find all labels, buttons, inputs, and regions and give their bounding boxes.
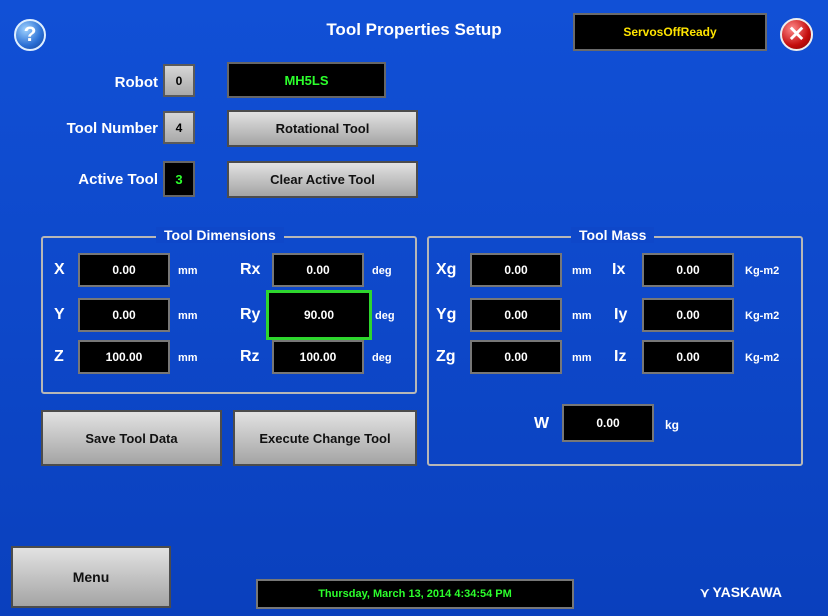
ix-value-field[interactable]: 0.00 — [642, 253, 734, 287]
iz-label: Iz — [614, 348, 627, 365]
ry-label: Ry — [240, 306, 261, 323]
ry-value-field[interactable]: 90.00 — [266, 290, 372, 340]
save-tool-data-button[interactable]: Save Tool Data — [41, 410, 222, 466]
y-label: Y — [54, 306, 65, 323]
x-unit: mm — [178, 265, 198, 277]
weight-value-field[interactable]: 0.00 — [562, 404, 654, 442]
rx-value-field[interactable]: 0.00 — [272, 253, 364, 287]
ry-unit: deg — [375, 310, 395, 322]
yaskawa-logo-icon: ⋎ — [700, 585, 710, 600]
iz-unit: Kg-m2 — [745, 352, 780, 364]
rz-label: Rz — [240, 348, 260, 365]
iz-value-field[interactable]: 0.00 — [642, 340, 734, 374]
ix-unit: Kg-m2 — [745, 265, 780, 277]
tool-dimensions-title: Tool Dimensions — [156, 227, 284, 243]
robot-label: Robot — [114, 74, 158, 91]
iy-label: Iy — [614, 306, 628, 323]
rz-value-field[interactable]: 100.00 — [272, 340, 364, 374]
close-icon[interactable]: ✕ — [780, 18, 813, 51]
rx-label: Rx — [240, 261, 261, 278]
rotational-tool-button[interactable]: Rotational Tool — [227, 110, 418, 147]
tool-number-field[interactable]: 4 — [163, 111, 195, 144]
zg-value-field[interactable]: 0.00 — [470, 340, 562, 374]
tool-number-label: Tool Number — [66, 120, 158, 137]
menu-button[interactable]: Menu — [11, 546, 171, 608]
robot-model-display: MH5LS — [227, 62, 386, 98]
servo-status-display: ServosOffReady — [573, 13, 767, 51]
iy-value-field[interactable]: 0.00 — [642, 298, 734, 332]
ix-label: Ix — [612, 261, 626, 278]
yg-label: Yg — [436, 306, 457, 323]
z-label: Z — [54, 348, 64, 365]
weight-unit: kg — [665, 418, 680, 432]
xg-label: Xg — [436, 261, 457, 278]
xg-unit: mm — [572, 265, 592, 277]
tool-mass-title: Tool Mass — [571, 227, 655, 243]
weight-label: W — [534, 415, 550, 432]
x-value-field[interactable]: 0.00 — [78, 253, 170, 287]
datetime-display: Thursday, March 13, 2014 4:34:54 PM — [256, 579, 574, 609]
execute-change-tool-button[interactable]: Execute Change Tool — [233, 410, 417, 466]
z-unit: mm — [178, 352, 198, 364]
zg-unit: mm — [572, 352, 592, 364]
yg-unit: mm — [572, 310, 592, 322]
xg-value-field[interactable]: 0.00 — [470, 253, 562, 287]
y-unit: mm — [178, 310, 198, 322]
x-label: X — [54, 261, 65, 278]
rz-unit: deg — [372, 352, 392, 364]
yaskawa-logo: ⋎ YASKAWA — [700, 584, 782, 601]
y-value-field[interactable]: 0.00 — [78, 298, 170, 332]
robot-index-field[interactable]: 0 — [163, 64, 195, 97]
active-tool-label: Active Tool — [78, 171, 158, 188]
z-value-field[interactable]: 100.00 — [78, 340, 170, 374]
yg-value-field[interactable]: 0.00 — [470, 298, 562, 332]
clear-active-tool-button[interactable]: Clear Active Tool — [227, 161, 418, 198]
zg-label: Zg — [436, 348, 456, 365]
yaskawa-logo-text: YASKAWA — [712, 584, 783, 600]
iy-unit: Kg-m2 — [745, 310, 780, 322]
rx-unit: deg — [372, 265, 392, 277]
active-tool-display: 3 — [163, 161, 195, 197]
